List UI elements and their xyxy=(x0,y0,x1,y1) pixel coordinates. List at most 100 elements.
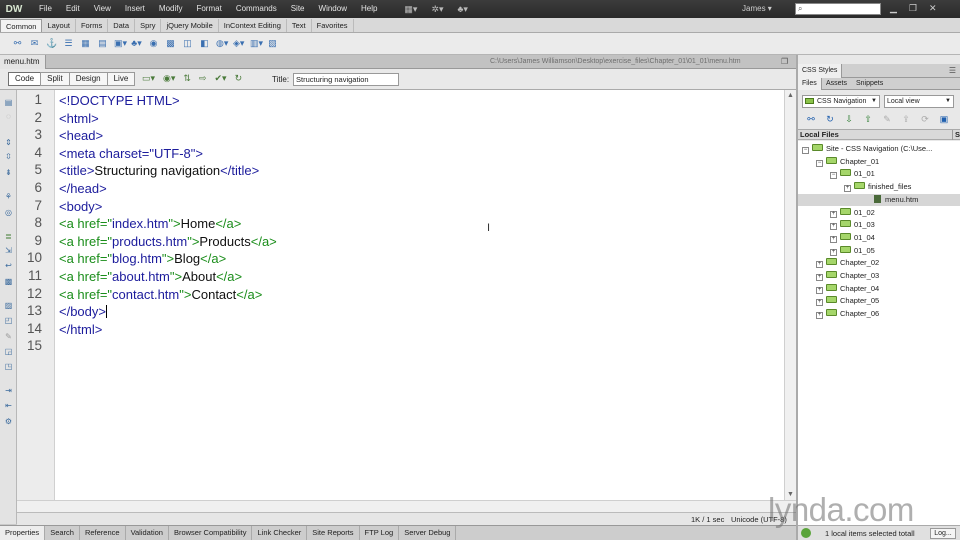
tree-folder-item[interactable]: + Chapter_06 xyxy=(816,308,879,320)
menu-view[interactable]: View xyxy=(87,0,118,18)
tree-folder-item[interactable]: + Chapter_05 xyxy=(816,295,879,307)
tab-forms[interactable]: Forms xyxy=(76,19,109,32)
tab-css-styles[interactable]: CSS Styles xyxy=(798,64,843,78)
email-link-icon[interactable]: ✉ xyxy=(29,38,40,49)
tree-folder-item[interactable]: +01_03 xyxy=(830,219,875,231)
tab-reference[interactable]: Reference xyxy=(80,526,126,540)
tree-folder-item[interactable]: − Chapter_01 xyxy=(816,156,879,168)
site-icon[interactable]: ♣▾ xyxy=(458,4,468,15)
tab-validation[interactable]: Validation xyxy=(126,526,169,540)
collapse-icon[interactable]: − xyxy=(802,147,809,154)
menu-modify[interactable]: Modify xyxy=(152,0,190,18)
tab-spry[interactable]: Spry xyxy=(135,19,162,32)
refresh-icon[interactable]: ↻ xyxy=(235,73,243,84)
tree-folder-item[interactable]: +01_05 xyxy=(830,245,875,257)
code-vertical-scrollbar[interactable]: ▲ ▼ xyxy=(784,90,796,500)
sync-icon[interactable]: ⟳ xyxy=(920,114,930,125)
tab-files[interactable]: Files xyxy=(798,78,822,90)
size-header[interactable]: Si xyxy=(952,130,960,140)
code-horizontal-scrollbar[interactable] xyxy=(17,500,796,512)
menu-help[interactable]: Help xyxy=(354,0,384,18)
tab-site-reports[interactable]: Site Reports xyxy=(307,526,360,540)
document-tab-menu-htm[interactable]: menu.htm xyxy=(0,55,46,69)
panel-menu-icon[interactable]: ☰ xyxy=(949,64,956,77)
tab-server-debug[interactable]: Server Debug xyxy=(399,526,457,540)
date-icon[interactable]: ▩ xyxy=(165,38,176,49)
check-in-icon[interactable]: ⇪ xyxy=(901,114,911,125)
script-icon[interactable]: ◈▾ xyxy=(233,38,244,49)
document-title-field[interactable]: Structuring navigation xyxy=(293,73,399,86)
tree-folder-item[interactable]: +01_02 xyxy=(830,207,875,219)
expand-icon[interactable]: + xyxy=(830,223,837,231)
tree-folder-item[interactable]: − 01_01 xyxy=(830,168,875,180)
menu-commands[interactable]: Commands xyxy=(229,0,284,18)
view-dropdown[interactable]: Local view ▼ xyxy=(884,95,954,108)
tab-common[interactable]: Common xyxy=(0,19,43,32)
menu-window[interactable]: Window xyxy=(312,0,354,18)
minimize-icon[interactable]: ▁ xyxy=(890,0,897,17)
hyperlink-icon[interactable]: ⚯ xyxy=(12,38,23,49)
put-files-icon[interactable]: ⇧ xyxy=(863,114,873,125)
comment-icon[interactable]: ◧ xyxy=(199,38,210,49)
expand-icon[interactable]: + xyxy=(844,185,851,193)
widget-icon[interactable]: ◉ xyxy=(148,38,159,49)
user-menu[interactable]: James ▾ xyxy=(742,0,772,18)
help-search-input[interactable]: ⌕ xyxy=(795,3,881,15)
collapse-icon[interactable]: − xyxy=(816,159,823,167)
named-anchor-icon[interactable]: ⚓ xyxy=(46,38,57,49)
expand-icon[interactable]: + xyxy=(816,299,823,307)
tab-favorites[interactable]: Favorites xyxy=(312,19,354,32)
menu-file[interactable]: File xyxy=(32,0,59,18)
expand-icon[interactable]: + xyxy=(816,312,823,320)
preview-browser-icon[interactable]: ◉▾ xyxy=(163,73,175,84)
tab-ftp-log[interactable]: FTP Log xyxy=(360,526,400,540)
expand-icon[interactable]: + xyxy=(816,286,823,294)
tab-incontext-editing[interactable]: InContext Editing xyxy=(219,19,287,32)
menu-format[interactable]: Format xyxy=(189,0,228,18)
tag-chooser-icon[interactable]: ▧ xyxy=(267,38,278,49)
indent-code-icon[interactable]: ⇥ xyxy=(3,386,14,396)
design-view-button[interactable]: Design xyxy=(68,72,108,86)
tab-browser-compatibility[interactable]: Browser Compatibility xyxy=(169,526,253,540)
format-source-icon[interactable]: ⚙ xyxy=(3,417,14,427)
server-side-include-icon[interactable]: ◫ xyxy=(182,38,193,49)
scroll-up-icon[interactable]: ▲ xyxy=(787,92,794,99)
validate-icon[interactable]: ✔▾ xyxy=(215,73,227,84)
expand-icon[interactable]: + xyxy=(816,261,823,269)
tree-folder-item[interactable]: + Chapter_02 xyxy=(816,257,879,269)
images-icon[interactable]: ▣▾ xyxy=(114,38,127,49)
tab-data[interactable]: Data xyxy=(108,19,136,32)
multiscreen-icon[interactable]: ▭▾ xyxy=(142,73,155,84)
code-editor[interactable]: <!DOCTYPE HTML> <html> <head> <meta charset… xyxy=(55,90,784,500)
expand-icon[interactable]: + xyxy=(830,235,837,243)
tab-properties[interactable]: Properties xyxy=(0,526,46,540)
media-icon[interactable]: ♣▾ xyxy=(131,38,142,49)
head-icon[interactable]: ◍▾ xyxy=(216,38,228,49)
log-button[interactable]: Log... xyxy=(930,528,956,539)
outdent-code-icon[interactable]: ⇤ xyxy=(3,401,14,411)
layout-icon[interactable]: ▦▾ xyxy=(404,4,417,15)
tree-folder-item[interactable]: + Chapter_03 xyxy=(816,270,879,282)
tree-folder-item[interactable]: + finished_files xyxy=(844,181,911,193)
check-out-icon[interactable]: ✎ xyxy=(882,114,892,125)
site-dropdown[interactable]: CSS Navigation ▼ xyxy=(802,95,880,108)
get-files-icon[interactable]: ⇩ xyxy=(844,114,854,125)
connect-icon[interactable]: ⚯ xyxy=(806,114,816,125)
templates-icon[interactable]: ▥▾ xyxy=(250,38,263,49)
tab-text[interactable]: Text xyxy=(287,19,312,32)
live-view-button[interactable]: Live xyxy=(106,72,136,86)
tab-layout[interactable]: Layout xyxy=(42,19,76,32)
tab-search[interactable]: Search xyxy=(45,526,80,540)
close-icon[interactable]: ✕ xyxy=(929,0,937,17)
expand-icon[interactable]: + xyxy=(830,210,837,218)
file-management-icon[interactable]: ⇅ xyxy=(183,73,191,84)
menu-site[interactable]: Site xyxy=(284,0,312,18)
move-css-icon[interactable]: ◳ xyxy=(3,362,14,372)
tree-folder-item[interactable]: − Site - CSS Navigation (C:\Use... xyxy=(802,143,932,155)
horizontal-rule-icon[interactable]: ☰ xyxy=(63,38,74,49)
expand-panel-icon[interactable]: ▣ xyxy=(939,114,949,125)
tree-file-item[interactable]: menu.htm xyxy=(798,193,960,206)
split-view-button[interactable]: Split xyxy=(40,72,70,86)
menu-edit[interactable]: Edit xyxy=(59,0,87,18)
tree-folder-item[interactable]: + Chapter_04 xyxy=(816,283,879,295)
